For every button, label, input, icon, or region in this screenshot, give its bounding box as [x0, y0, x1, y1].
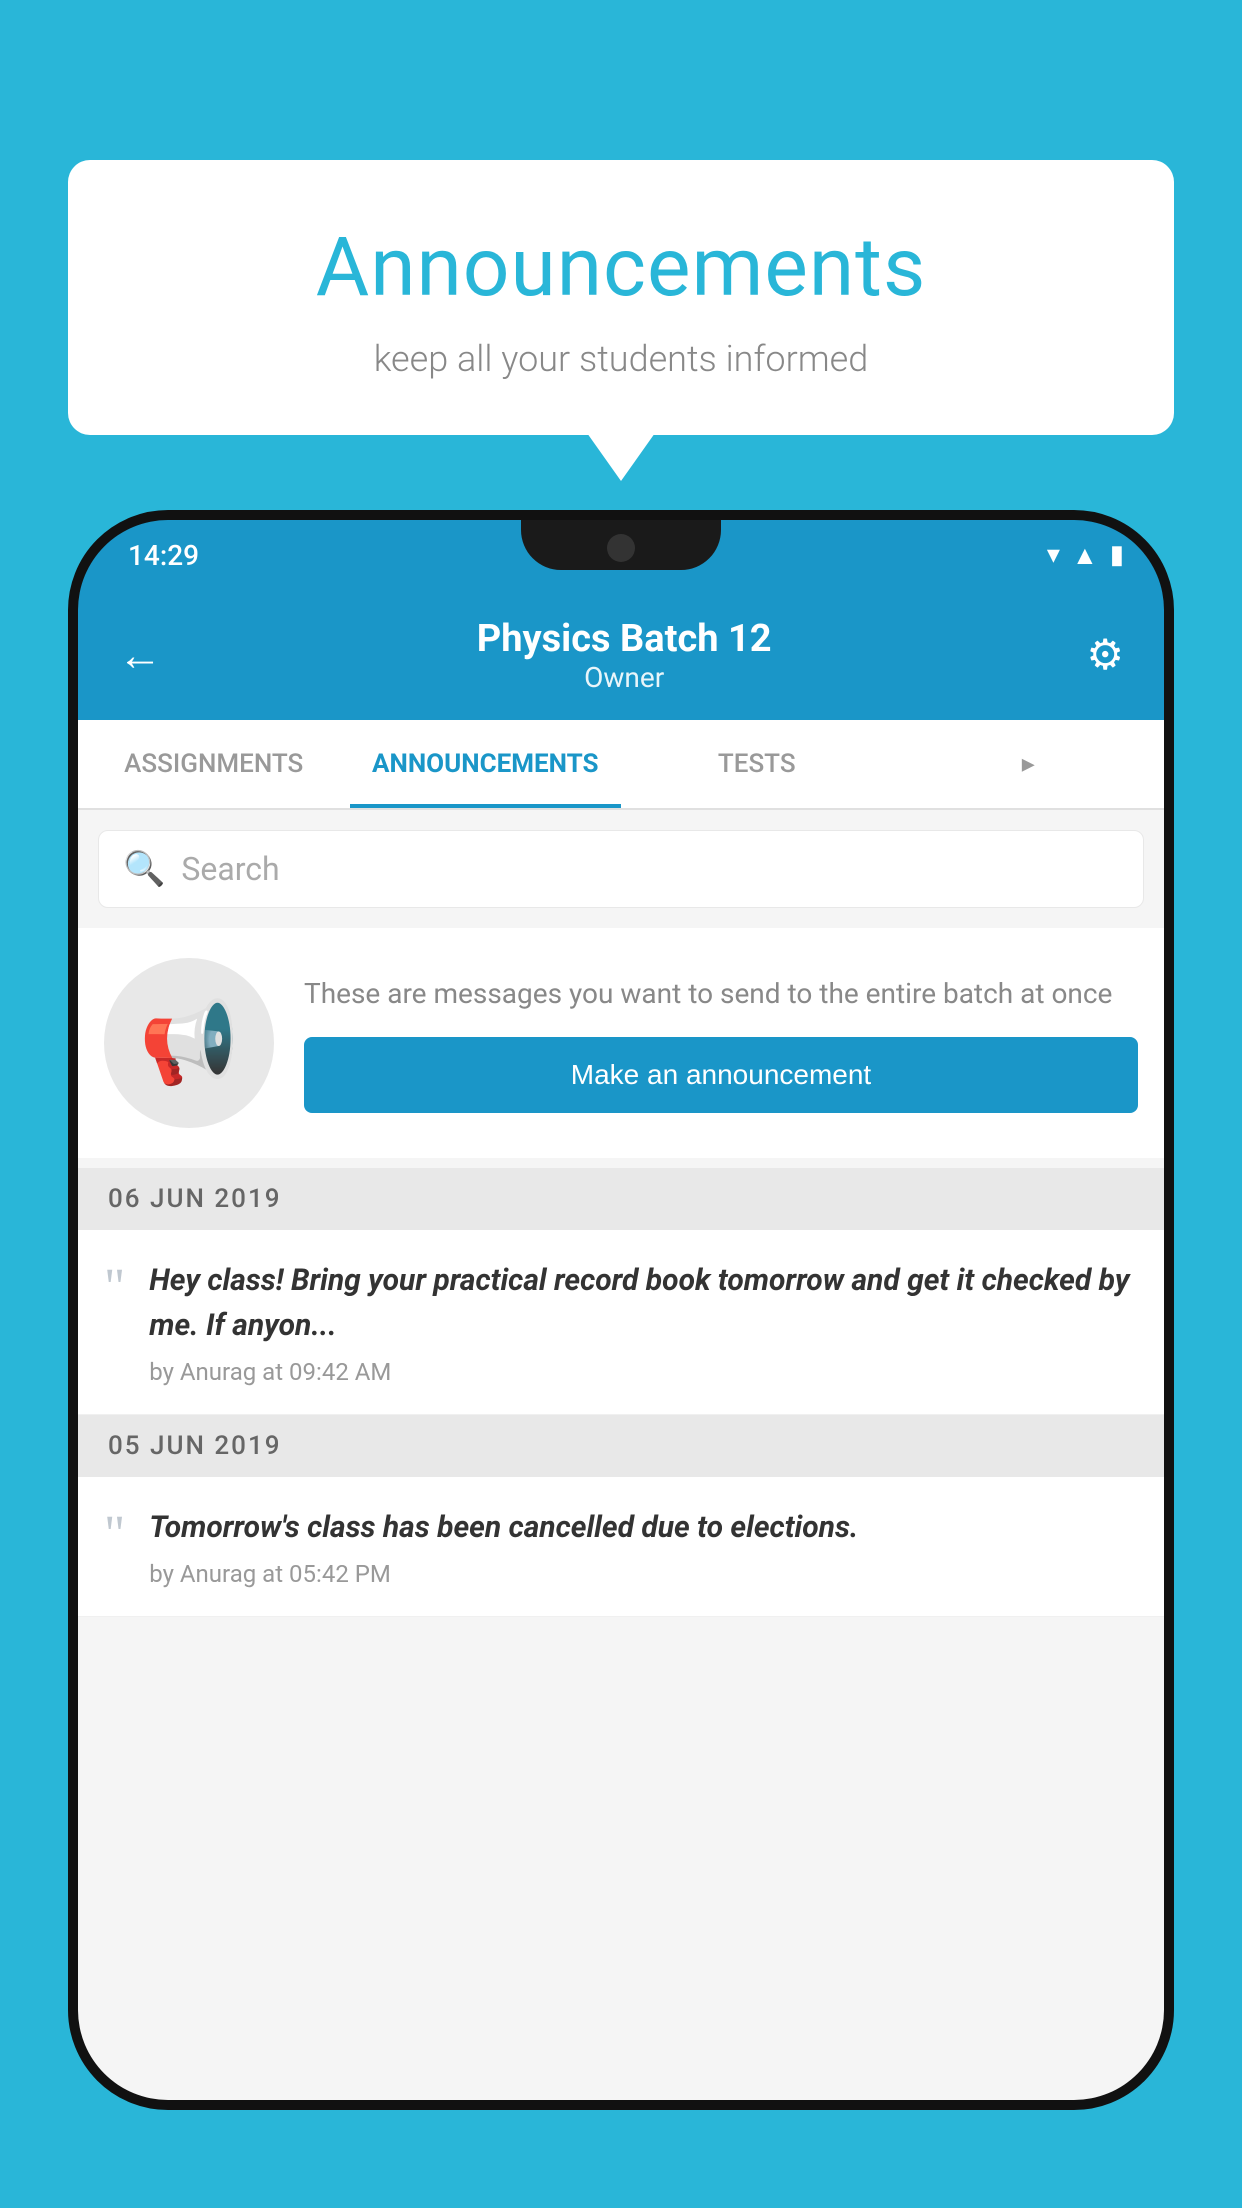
- tab-announcements[interactable]: ANNOUNCEMENTS: [350, 720, 622, 808]
- back-button[interactable]: ←: [118, 629, 162, 681]
- search-icon: 🔍: [123, 849, 165, 889]
- quote-icon-1: ": [104, 1262, 125, 1386]
- volume-down-button: [68, 900, 74, 980]
- speech-bubble-section: Announcements keep all your students inf…: [68, 160, 1174, 435]
- bubble-subtitle: keep all your students informed: [118, 338, 1124, 380]
- tab-tests[interactable]: TESTS: [621, 720, 893, 808]
- promo-card: 📢 These are messages you want to send to…: [78, 928, 1164, 1158]
- megaphone-icon: 📢: [139, 996, 239, 1090]
- promo-right: These are messages you want to send to t…: [304, 973, 1138, 1113]
- bubble-title: Announcements: [118, 220, 1124, 316]
- phone-body: 14:29 ▾ ▲ ▮ ← Physics Batch 12 Owner ⚙ A…: [68, 510, 1174, 2110]
- phone-notch: [521, 520, 721, 570]
- tab-more[interactable]: ▸: [893, 720, 1165, 808]
- search-input[interactable]: Search: [181, 850, 279, 888]
- date-divider-2: 05 JUN 2019: [78, 1415, 1164, 1477]
- announcement-text-2: Tomorrow's class has been cancelled due …: [149, 1505, 1138, 1588]
- announcement-item-2[interactable]: " Tomorrow's class has been cancelled du…: [78, 1477, 1164, 1617]
- tab-assignments[interactable]: ASSIGNMENTS: [78, 720, 350, 808]
- announcement-body-2: Tomorrow's class has been cancelled due …: [149, 1505, 1138, 1550]
- app-bar-title-group: Physics Batch 12 Owner: [477, 617, 772, 694]
- promo-description: These are messages you want to send to t…: [304, 973, 1138, 1015]
- status-time: 14:29: [128, 539, 199, 572]
- speech-bubble: Announcements keep all your students inf…: [68, 160, 1174, 435]
- battery-icon: ▮: [1110, 540, 1124, 570]
- screen-content: 🔍 Search 📢 These are messages you want t…: [78, 810, 1164, 2100]
- search-bar[interactable]: 🔍 Search: [98, 830, 1144, 908]
- date-divider-1: 06 JUN 2019: [78, 1168, 1164, 1230]
- power-button: [1168, 820, 1174, 930]
- phone-camera: [607, 534, 635, 562]
- status-icons: ▾ ▲ ▮: [1047, 540, 1124, 571]
- app-bar: ← Physics Batch 12 Owner ⚙: [78, 590, 1164, 720]
- quote-icon-2: ": [104, 1509, 125, 1588]
- make-announcement-button[interactable]: Make an announcement: [304, 1037, 1138, 1113]
- app-bar-title: Physics Batch 12: [477, 617, 772, 661]
- promo-icon-circle: 📢: [104, 958, 274, 1128]
- announcement-meta-1: by Anurag at 09:42 AM: [149, 1358, 1138, 1386]
- announcement-body-1: Hey class! Bring your practical record b…: [149, 1258, 1138, 1348]
- tabs-bar: ASSIGNMENTS ANNOUNCEMENTS TESTS ▸: [78, 720, 1164, 810]
- settings-button[interactable]: ⚙: [1086, 630, 1124, 680]
- signal-icon: ▲: [1072, 540, 1098, 571]
- wifi-icon: ▾: [1047, 540, 1060, 570]
- volume-up-button: [68, 800, 74, 880]
- announcement-item-1[interactable]: " Hey class! Bring your practical record…: [78, 1230, 1164, 1415]
- announcement-meta-2: by Anurag at 05:42 PM: [149, 1560, 1138, 1588]
- app-bar-subtitle: Owner: [477, 661, 772, 694]
- phone-mockup: 14:29 ▾ ▲ ▮ ← Physics Batch 12 Owner ⚙ A…: [68, 510, 1174, 2208]
- announcement-text-1: Hey class! Bring your practical record b…: [149, 1258, 1138, 1386]
